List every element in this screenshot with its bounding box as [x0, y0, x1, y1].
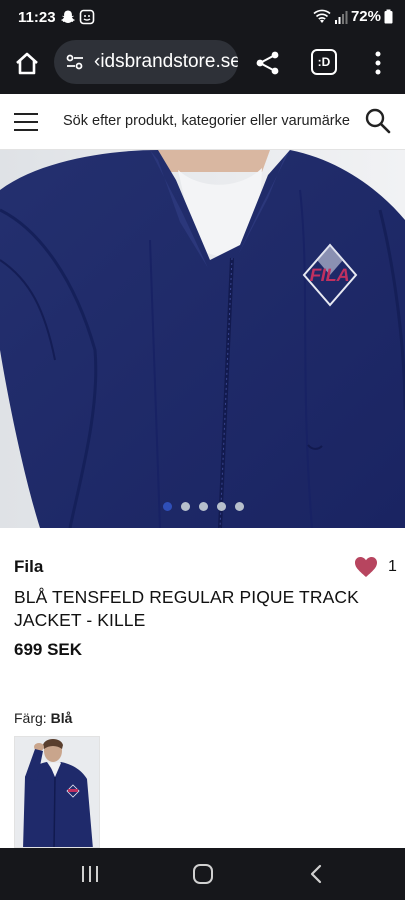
screenshot-icon — [79, 9, 95, 25]
battery-icon — [384, 9, 393, 24]
site-header: Sök efter produkt, kategorier eller varu… — [0, 94, 405, 150]
product-photo: FILA — [0, 150, 405, 528]
carousel-dot[interactable] — [181, 502, 190, 511]
battery-percent: 72% — [350, 8, 381, 25]
color-value: Blå — [50, 710, 73, 726]
product-brand[interactable]: Fila — [14, 557, 43, 577]
carousel-dot[interactable] — [217, 502, 226, 511]
back-icon[interactable] — [308, 864, 324, 884]
carousel-dot[interactable] — [199, 502, 208, 511]
heart-icon[interactable] — [354, 556, 378, 578]
color-label: Färg: — [14, 710, 47, 726]
browser-toolbar: ‹idsbrandstore.se :D — [0, 34, 405, 94]
status-bar: 11:23 72% — [0, 0, 405, 34]
tune-icon[interactable] — [64, 51, 86, 73]
recents-icon[interactable] — [80, 864, 100, 884]
color-variant-thumbnail[interactable] — [14, 736, 100, 848]
address-bar[interactable]: ‹idsbrandstore.se — [54, 40, 238, 84]
home-circle-icon[interactable] — [192, 863, 214, 885]
thumbnail-photo — [15, 737, 99, 847]
snapchat-icon — [61, 10, 75, 23]
favorite-button[interactable]: 1 — [354, 556, 397, 578]
search-input[interactable]: Sök efter produkt, kategorier eller varu… — [63, 113, 350, 129]
signal-icon — [334, 10, 348, 24]
svg-text:FILA: FILA — [308, 265, 352, 285]
more-vert-icon[interactable] — [370, 50, 386, 76]
carousel-dot[interactable] — [235, 502, 244, 511]
system-nav-bar — [0, 848, 405, 900]
carousel-dot[interactable] — [163, 502, 172, 511]
tabs-icon[interactable]: :D — [311, 49, 337, 75]
color-label-row: Färg: Blå — [14, 710, 72, 726]
carousel-dots — [0, 502, 405, 512]
product-image-carousel[interactable]: FILA — [0, 150, 405, 528]
product-price: 699 SEK — [14, 640, 83, 659]
status-time: 11:23 — [18, 9, 56, 26]
home-icon[interactable] — [12, 49, 42, 79]
status-indicators: 72% — [313, 8, 393, 25]
url-text: ‹idsbrandstore.se — [94, 51, 238, 72]
search-icon[interactable] — [364, 107, 392, 135]
wifi-icon — [313, 9, 331, 23]
favorite-count: 1 — [388, 558, 397, 575]
share-icon[interactable] — [255, 50, 281, 76]
product-title: BLÅ TENSFELD REGULAR PIQUE TRACK JACKET … — [14, 587, 359, 630]
hamburger-icon[interactable] — [14, 111, 38, 133]
